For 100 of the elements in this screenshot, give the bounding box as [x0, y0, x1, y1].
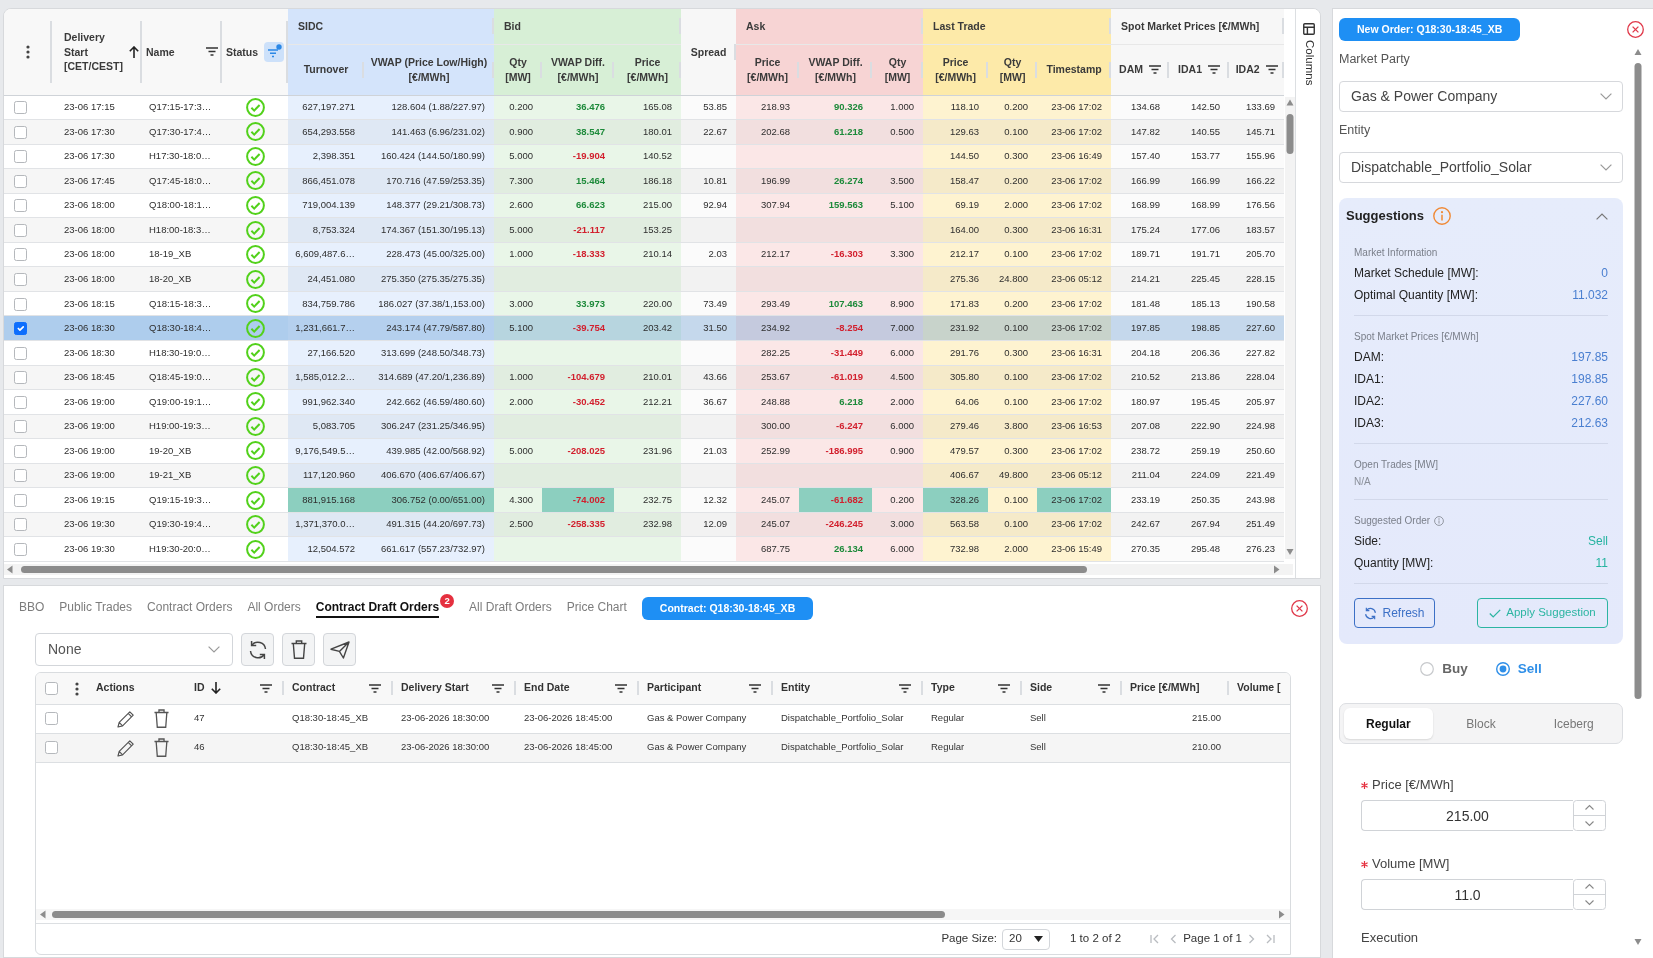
- radio-button[interactable]: [1420, 662, 1435, 676]
- filter-icon[interactable]: [206, 47, 218, 57]
- column-header[interactable]: VWAP (Price Low/High) [€/MWh]: [364, 44, 494, 95]
- column-header[interactable]: Turnover: [288, 44, 364, 95]
- row-checkbox[interactable]: [14, 322, 27, 336]
- refresh-icon[interactable]: [1364, 606, 1378, 620]
- row-checkbox[interactable]: [14, 101, 27, 115]
- radio-label[interactable]: Buy: [1442, 658, 1468, 680]
- row-checkbox[interactable]: [14, 469, 27, 483]
- column-header[interactable]: Spread: [681, 9, 737, 95]
- tab[interactable]: Contract Orders: [147, 598, 233, 618]
- chevron-down-icon[interactable]: [1600, 93, 1612, 100]
- next-page-icon[interactable]: [1247, 934, 1256, 944]
- column-header[interactable]: Qty [MW]: [988, 44, 1038, 95]
- column-header[interactable]: Qty [MW]: [872, 44, 924, 95]
- column-header[interactable]: Actions: [88, 673, 186, 704]
- column-header[interactable]: Participant: [639, 673, 773, 704]
- dropdown-field[interactable]: Dispatchable_Portfolio_Solar: [1339, 152, 1623, 183]
- previous-page-icon[interactable]: [1169, 934, 1179, 944]
- info-icon[interactable]: [1434, 516, 1445, 526]
- refresh-button[interactable]: Refresh: [1354, 598, 1435, 628]
- page-size-select[interactable]: 20: [1002, 928, 1050, 950]
- filter-icon[interactable]: [369, 683, 381, 693]
- tab[interactable]: All Orders: [247, 598, 301, 618]
- column-header[interactable]: Price [€/MWh]: [736, 44, 800, 95]
- caret-down-icon[interactable]: [1034, 936, 1043, 942]
- radio-button[interactable]: [1495, 662, 1510, 676]
- row-checkbox[interactable]: [14, 543, 27, 557]
- more-options-icon[interactable]: [26, 44, 30, 59]
- column-header[interactable]: Entity: [773, 673, 923, 704]
- preset-select[interactable]: None: [35, 633, 233, 666]
- filter-icon[interactable]: [1265, 65, 1278, 74]
- tab[interactable]: Contract Draft Orders: [315, 598, 440, 618]
- first-page-icon[interactable]: [1150, 934, 1160, 944]
- row-checkbox[interactable]: [14, 174, 27, 188]
- filter-icon[interactable]: [1149, 65, 1162, 74]
- arrow-up-icon[interactable]: [128, 45, 139, 58]
- table-icon[interactable]: [1303, 23, 1315, 35]
- filter-icon[interactable]: [899, 683, 911, 693]
- trash-icon[interactable]: [290, 640, 307, 659]
- row-checkbox[interactable]: [14, 346, 27, 360]
- filter-icon[interactable]: [1098, 683, 1110, 693]
- last-page-icon[interactable]: [1266, 934, 1275, 944]
- column-header[interactable]: Price [€/MWh]: [614, 44, 682, 95]
- tab[interactable]: Public Trades: [59, 598, 133, 618]
- column-header[interactable]: Price [€/MWh]: [1122, 673, 1229, 704]
- row-checkbox[interactable]: [14, 420, 27, 434]
- filter-icon[interactable]: [1208, 65, 1221, 74]
- column-header[interactable]: Contract: [284, 673, 393, 704]
- row-checkbox[interactable]: [14, 248, 27, 262]
- row-checkbox[interactable]: [14, 125, 27, 139]
- column-header[interactable]: Status: [222, 9, 288, 95]
- row-checkbox[interactable]: [44, 741, 58, 755]
- segment-tab[interactable]: Regular: [1344, 708, 1433, 739]
- column-header[interactable]: ID: [186, 673, 284, 704]
- filter-icon[interactable]: [998, 683, 1010, 693]
- trash-icon[interactable]: [154, 738, 169, 757]
- send-button[interactable]: [323, 633, 356, 666]
- column-header[interactable]: IDA2: [1229, 44, 1285, 95]
- column-header[interactable]: End Date: [516, 673, 639, 704]
- row-checkbox[interactable]: [14, 223, 27, 237]
- segment-tab[interactable]: Iceberg: [1529, 708, 1618, 739]
- paper-plane-icon[interactable]: [329, 640, 350, 659]
- more-options-icon[interactable]: [75, 681, 79, 696]
- horizontal-scrollbar[interactable]: [4, 564, 1293, 575]
- close-icon[interactable]: [1627, 21, 1644, 38]
- row-checkbox[interactable]: [14, 199, 27, 213]
- column-header[interactable]: DAM: [1111, 44, 1170, 95]
- column-header[interactable]: Qty [MW]: [494, 44, 542, 95]
- row-checkbox[interactable]: [14, 297, 27, 311]
- row-checkbox[interactable]: [14, 395, 27, 409]
- dropdown-field[interactable]: Gas & Power Company: [1339, 81, 1623, 112]
- vertical-scrollbar[interactable]: [1285, 97, 1295, 559]
- segment-tab[interactable]: Block: [1436, 708, 1526, 739]
- number-input[interactable]: 11.0: [1361, 879, 1573, 910]
- number-input[interactable]: 215.00: [1361, 800, 1573, 831]
- chevron-down-icon[interactable]: [208, 646, 220, 653]
- filter-icon[interactable]: [749, 683, 761, 693]
- filter-icon[interactable]: [492, 683, 504, 693]
- row-checkbox[interactable]: [14, 493, 27, 507]
- tab[interactable]: BBO: [19, 598, 45, 618]
- suggestions-title[interactable]: Suggestions: [1346, 206, 1424, 226]
- arrow-down-icon[interactable]: [210, 682, 221, 695]
- vertical-scrollbar[interactable]: [1634, 47, 1642, 947]
- column-header[interactable]: VWAP Diff. [€/MWh]: [799, 44, 873, 95]
- delete-button[interactable]: [282, 633, 315, 666]
- column-header[interactable]: Side: [1022, 673, 1122, 704]
- side-tab[interactable]: Columns: [1295, 9, 1320, 578]
- row-checkbox[interactable]: [14, 272, 27, 286]
- select-all-checkbox[interactable]: [44, 682, 58, 696]
- close-icon[interactable]: [1291, 599, 1308, 617]
- row-checkbox[interactable]: [44, 712, 58, 726]
- refresh-button[interactable]: [241, 633, 274, 666]
- row-checkbox[interactable]: [14, 150, 27, 164]
- column-header[interactable]: Delivery Start [CET/CEST]: [52, 9, 142, 95]
- tab[interactable]: Price Chart: [566, 598, 627, 618]
- column-header[interactable]: Delivery Start: [393, 673, 516, 704]
- row-checkbox[interactable]: [14, 518, 27, 532]
- tab[interactable]: All Draft Orders: [469, 598, 552, 618]
- horizontal-scrollbar[interactable]: [36, 909, 1290, 920]
